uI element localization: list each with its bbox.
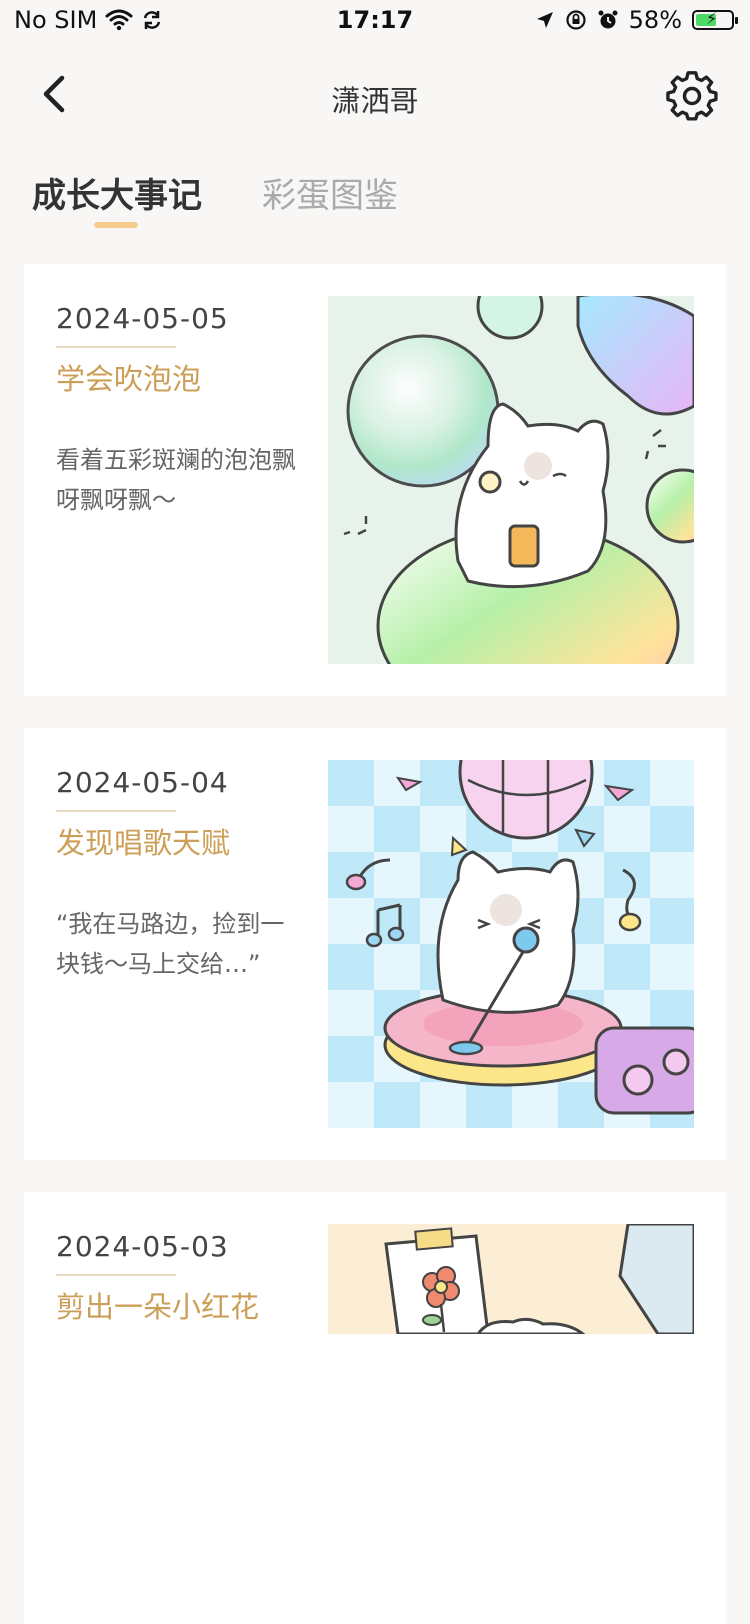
divider [56,1274,176,1276]
divider [56,346,176,348]
status-bar: No SIM 17:17 58% ⚡ [0,0,750,42]
active-tab-indicator [94,222,138,228]
tab-easter-egg-gallery[interactable]: 彩蛋图鉴 [262,168,398,217]
event-title: 剪出一朵小红花 [56,1290,260,1324]
battery-percent: 58% [628,6,682,34]
orientation-lock-icon [566,10,586,30]
divider [56,810,176,812]
settings-gear-icon[interactable] [666,70,718,122]
event-title: 学会吹泡泡 [56,362,202,396]
navigation-bar: 潇洒哥 [0,60,750,136]
event-date: 2024-05-04 [56,766,229,799]
cat-singing-illustration [328,760,694,1128]
cat-blowing-bubbles-illustration [328,296,694,664]
tab-growth-milestones[interactable]: 成长大事记 [32,168,202,217]
event-date: 2024-05-03 [56,1230,229,1263]
event-description: “我在马路边，捡到一块钱～马上交给…” [56,910,285,978]
event-card[interactable]: 2024-05-04 发现唱歌天赋 “我在马路边，捡到一块钱～马上交给…” [24,728,726,1160]
page-title: 潇洒哥 [331,84,419,118]
location-icon [536,12,553,28]
cat-paper-flower-illustration [328,1224,694,1334]
event-date: 2024-05-05 [56,302,229,335]
alarm-icon [598,10,618,29]
event-title: 发现唱歌天赋 [56,826,231,860]
tab-bar: 成长大事记 彩蛋图鉴 [0,160,750,232]
event-card[interactable]: 2024-05-05 学会吹泡泡 看着五彩斑斓的泡泡飘呀飘呀飘～ [24,264,726,696]
event-description: 看着五彩斑斓的泡泡飘呀飘呀飘～ [56,446,296,514]
battery-icon: ⚡ [692,9,738,30]
event-card[interactable]: 2024-05-03 剪出一朵小红花 [24,1192,726,1624]
